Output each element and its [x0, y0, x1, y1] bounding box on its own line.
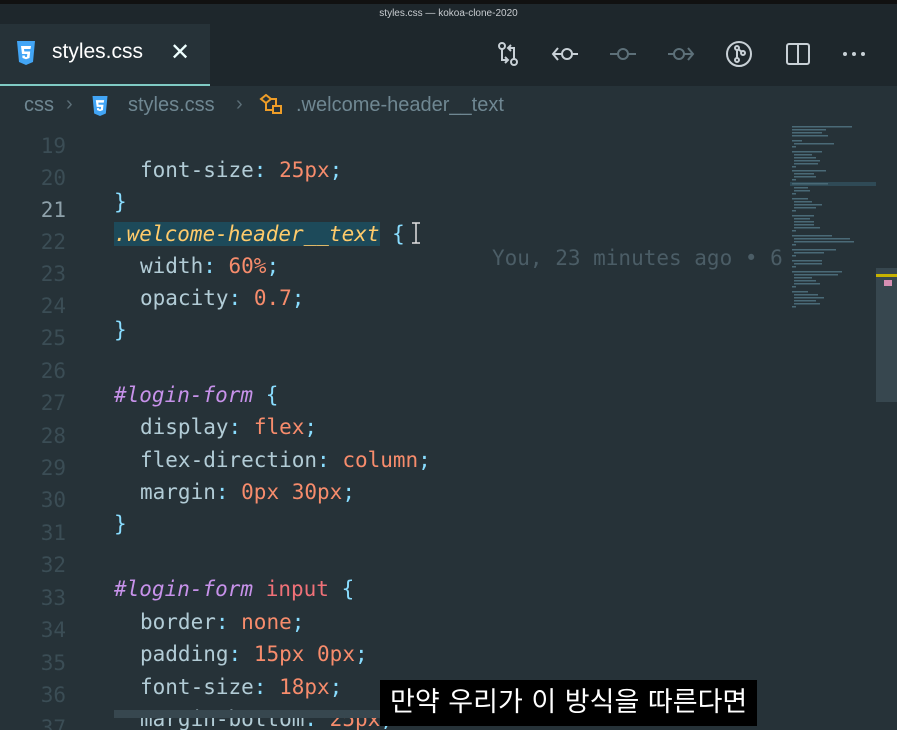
current-change-icon[interactable]	[609, 40, 637, 68]
previous-change-icon[interactable]	[551, 40, 579, 68]
breadcrumb-separator: ›	[66, 93, 73, 115]
code-line: 22 width: 60%;	[0, 206, 790, 278]
breadcrumb-folder[interactable]: css	[24, 94, 54, 117]
code-line: 20 }	[0, 142, 790, 214]
vertical-scrollbar-track[interactable]	[876, 124, 897, 730]
code-line: 28 flex-direction: column;	[0, 400, 790, 472]
video-subtitle: 만약 우리가 이 방식을 따른다면	[380, 680, 758, 726]
code-line: 19 font-size: 25px;	[0, 124, 790, 182]
scroll-marker	[884, 280, 892, 286]
code-line: 33 border: none;	[0, 562, 790, 634]
breadcrumb-file[interactable]: styles.css	[128, 94, 215, 117]
css3-icon	[17, 41, 35, 65]
tab-styles-css[interactable]: styles.css ✕	[0, 24, 210, 86]
window-title: styles.css — kokoa-clone-2020	[0, 4, 897, 24]
code-line: 27 display: flex;	[0, 367, 790, 439]
code-line: 31	[0, 497, 790, 545]
line-number: 37	[40, 716, 66, 730]
compare-changes-icon[interactable]	[494, 40, 522, 68]
next-change-icon[interactable]	[667, 40, 695, 68]
breadcrumb: css › styles.css › .welcome-header__text	[0, 86, 897, 124]
code-line: 21 .welcome-header__text { You, 23 minut…	[0, 174, 790, 270]
more-actions-icon[interactable]	[840, 40, 868, 68]
git-graph-icon[interactable]	[725, 40, 753, 68]
code-line: 29 margin: 0px 30px;	[0, 432, 790, 504]
text-cursor-icon	[412, 222, 420, 244]
tab-bar: styles.css ✕	[0, 24, 897, 86]
close-icon[interactable]: ✕	[170, 38, 190, 66]
code-line: 32 #login-form input {	[0, 529, 790, 601]
code-line: 30 }	[0, 464, 790, 536]
symbol-class-icon	[259, 94, 282, 114]
code-line: 35 font-size: 18px;	[0, 627, 790, 699]
css3-icon	[92, 96, 108, 116]
code-line: 23 opacity: 0.7;	[0, 238, 790, 310]
horizontal-scrollbar-thumb[interactable]	[114, 710, 384, 718]
code-line: 24 }	[0, 270, 790, 342]
scroll-marker	[876, 274, 897, 277]
code-line: 25	[0, 302, 790, 350]
code-line: 26 #login-form {	[0, 335, 790, 407]
tab-label: styles.css	[52, 40, 144, 63]
vertical-scrollbar-thumb[interactable]	[876, 268, 897, 402]
breadcrumb-separator: ›	[236, 93, 243, 115]
split-editor-icon[interactable]	[784, 40, 812, 68]
code-line: 34 padding: 15px 0px;	[0, 594, 790, 666]
minimap[interactable]	[790, 124, 876, 324]
breadcrumb-symbol[interactable]: .welcome-header__text	[296, 94, 504, 117]
code-editor[interactable]: 19 font-size: 25px; 20 } 21 .welcome-hea…	[0, 124, 897, 730]
